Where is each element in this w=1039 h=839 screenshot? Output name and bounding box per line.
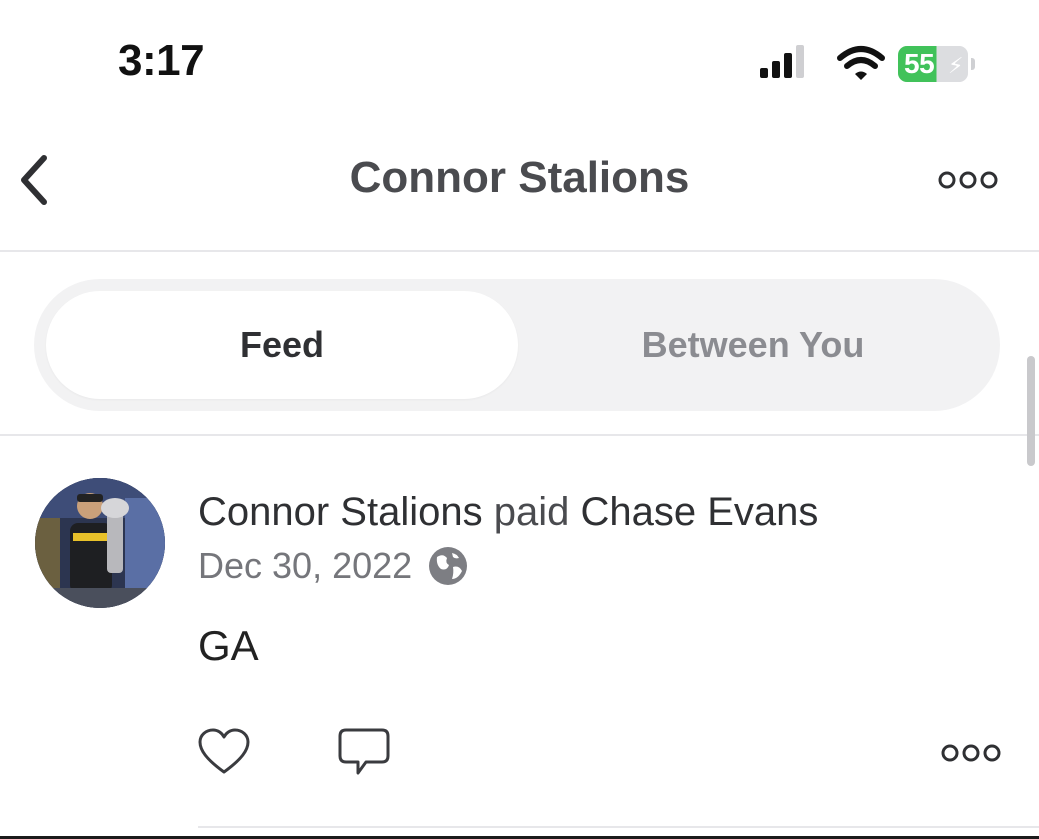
transaction-date: Dec 30, 2022: [198, 545, 413, 586]
payee-name[interactable]: Chase Evans: [580, 490, 818, 534]
status-time: 3:17: [118, 36, 205, 85]
globe-icon: [428, 547, 467, 585]
transaction-verb: paid: [493, 490, 570, 534]
battery-level: 55: [904, 48, 935, 79]
status-icons: 55 ⚡: [760, 44, 980, 84]
item-more-button[interactable]: [930, 735, 1010, 771]
tabs-divider: [0, 434, 1039, 436]
transaction-note: GA: [198, 622, 259, 669]
item-divider: [198, 826, 1039, 828]
scrollbar[interactable]: [1027, 356, 1035, 466]
header-divider: [0, 250, 1039, 252]
tab-feed[interactable]: Feed: [46, 291, 518, 399]
heart-icon[interactable]: [196, 726, 252, 778]
avatar-photo: [35, 478, 165, 608]
battery-cap: [971, 58, 975, 70]
wifi-icon: [837, 46, 885, 80]
payer-name[interactable]: Connor Stalions: [198, 490, 483, 534]
profile-screen: 3:17 55 ⚡ Connor Stalions Feed Between Y…: [0, 0, 1039, 839]
transaction-meta: Dec 30, 2022: [198, 545, 469, 591]
tab-between-you[interactable]: Between You: [518, 291, 988, 399]
signal-icon: [760, 45, 804, 78]
more-options-button[interactable]: [930, 160, 1010, 200]
battery-charging-icon: 55 ⚡: [898, 46, 968, 82]
page-title: Connor Stalions: [349, 153, 690, 202]
segmented-control: Feed Between You: [34, 279, 1000, 411]
bolt-icon: ⚡: [948, 53, 964, 78]
transaction-headline: Connor Stalions paid Chase Evans: [198, 490, 818, 535]
avatar[interactable]: [35, 478, 165, 608]
comment-icon[interactable]: [336, 726, 392, 778]
